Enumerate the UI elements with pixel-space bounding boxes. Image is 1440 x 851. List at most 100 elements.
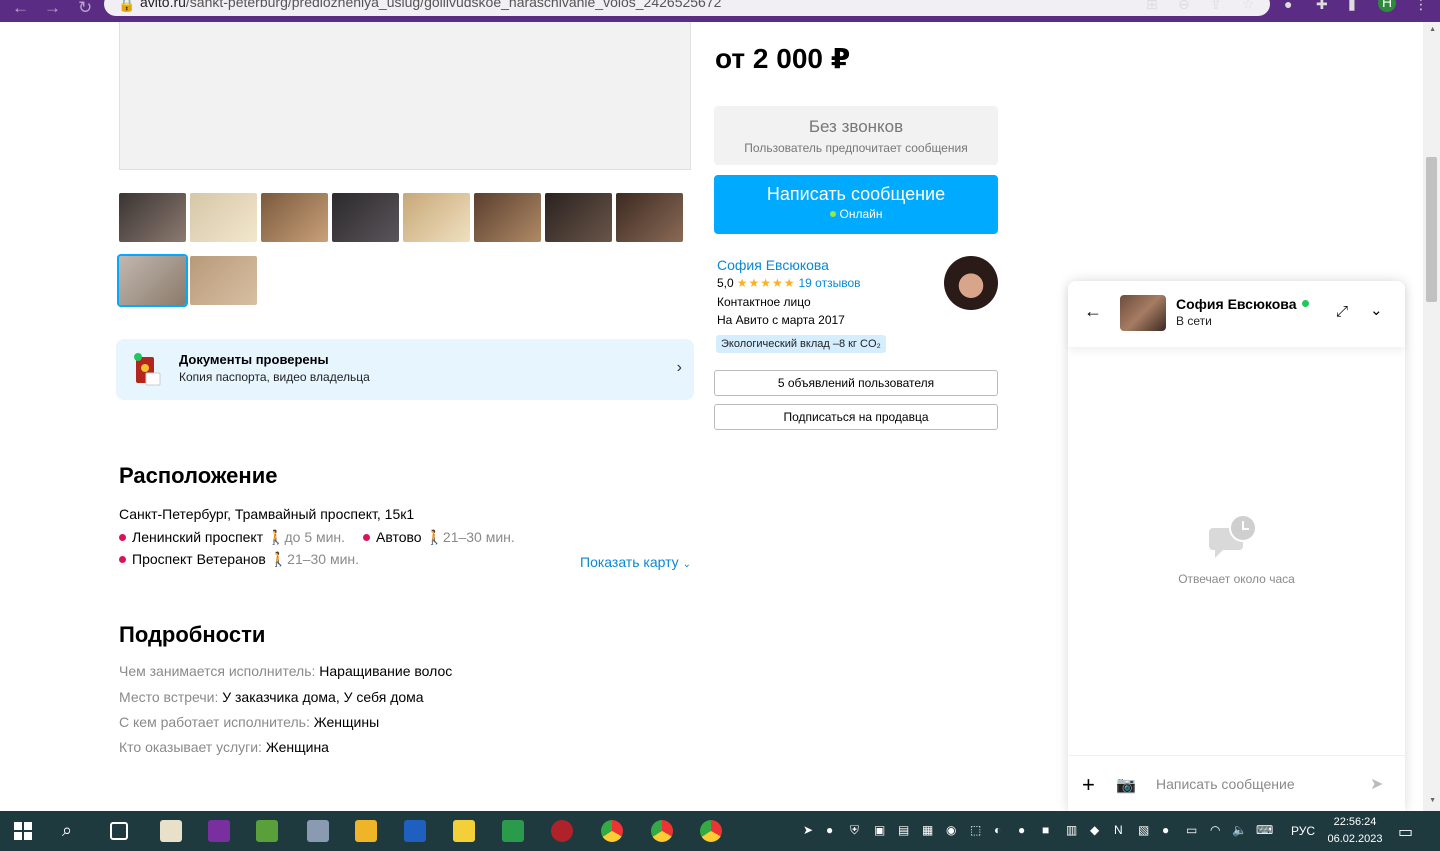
photo-thumbnail[interactable] [332,193,399,242]
tray-app-icon[interactable]: ◉ [946,823,956,837]
photo-thumbnail[interactable] [474,193,541,242]
seller-since: На Авито с марта 2017 [717,313,845,327]
file-explorer-icon[interactable] [355,820,377,842]
seller-role: Контактное лицо [717,295,811,309]
chrome-app-icon[interactable] [700,820,722,842]
plus-icon[interactable]: + [1082,772,1095,798]
metro-dot-icon [363,534,370,541]
input-language[interactable]: РУС [1291,824,1315,838]
seller-name-link[interactable]: София Евсюкова [717,257,829,273]
metro-station: Проспект Ветеранов 🚶21–30 мин. [119,551,359,568]
sidepanel-icon[interactable]: ▮ [1348,0,1356,13]
tray-app-icon[interactable]: ● [1162,823,1169,837]
seller-rating: 5,0 ★★★★★ 19 отзывов [717,276,861,290]
reviews-link[interactable]: 19 отзывов [798,276,860,290]
photo-thumbnail[interactable] [190,256,257,305]
photo-thumbnail[interactable] [117,254,188,307]
show-map-label: Показать карту [580,554,679,570]
send-icon[interactable]: ➤ [1370,774,1383,794]
details-heading: Подробности [119,622,266,647]
scroll-down-icon[interactable]: ▼ [1429,797,1436,804]
menu-kebab-icon[interactable]: ⋮ [1414,0,1428,13]
tray-app-icon[interactable]: ● [1018,823,1025,837]
chrome-app-icon[interactable] [601,820,623,842]
monitor-tray-icon[interactable]: ▣ [874,823,885,837]
keyboard-icon[interactable]: ⌨ [1256,823,1273,837]
expand-icon[interactable]: ⤢ [1336,303,1348,320]
notes-tray-icon[interactable]: ▦ [922,823,933,837]
photo-thumbnail[interactable] [403,193,470,242]
write-message-button[interactable]: Написать сообщение Онлайн [714,175,998,234]
shield-tray-icon[interactable]: ⛨ [850,823,859,838]
chat-input-bar: + 📷 ➤ [1068,755,1405,811]
detail-row: Кто оказывает услуги: Женщина [119,739,329,755]
clock[interactable]: 22:56:24 06.02.2023 [1326,814,1384,848]
screenshot-tray-icon[interactable]: ⬚ [970,823,981,837]
rating-value: 5,0 [717,276,734,290]
volume-icon[interactable]: 🔈 [1232,823,1247,837]
windows-start-icon[interactable] [14,822,32,840]
metro-station: Автово 🚶21–30 мин. [363,529,515,546]
reload-icon[interactable]: ↻ [78,0,92,18]
tray-app-icon[interactable]: ● [826,823,833,837]
onenote-tray-icon[interactable]: N [1114,823,1123,837]
write-message-label: Написать сообщение [766,184,946,204]
show-map-link[interactable]: Показать карту ⌄ [580,554,691,570]
photo-thumbnail[interactable] [616,193,683,242]
photo-thumbnail[interactable] [545,193,612,242]
url-text[interactable]: avito.ru/sankt-peterburg/predlozheniya_u… [140,0,721,10]
profile-avatar[interactable]: Н [1378,0,1396,12]
browser-toolbar: ← → ↻ 🔒 avito.ru/sankt-peterburg/predloz… [0,0,1440,22]
word-app-icon[interactable] [404,820,426,842]
subscribe-button[interactable]: Подписаться на продавца [714,404,998,430]
notepad-app-icon[interactable] [160,820,182,842]
address-text: Санкт-Петербург, Трамвайный проспект, 15… [119,506,415,522]
translate-icon[interactable]: ⊞ [1146,0,1158,13]
page-scrollbar[interactable]: ▲ ▼ [1423,22,1440,811]
arrow-left-icon[interactable]: ← [1084,301,1102,322]
diagram-app-icon[interactable] [256,820,278,842]
tray-app-icon[interactable]: ◆ [1090,823,1099,837]
photo-thumbnail[interactable] [261,193,328,242]
search-icon[interactable]: ⌕ [62,820,72,841]
task-view-icon[interactable] [110,822,128,840]
seller-listings-button[interactable]: 5 объявлений пользователя [714,370,998,396]
documents-subtitle: Копия паспорта, видео владельца [179,370,370,384]
chrome-app-icon[interactable] [651,820,673,842]
file-tray-icon[interactable]: ▤ [898,823,909,837]
onenote-app-icon[interactable] [208,820,230,842]
sticky-notes-icon[interactable] [453,820,475,842]
back-icon[interactable]: ← [12,0,29,18]
no-calls-title: Без звонков [808,117,904,136]
utility-app-icon[interactable] [307,820,329,842]
scroll-thumb[interactable] [1426,157,1437,302]
chevron-down-icon[interactable]: ⌄ [1370,301,1383,319]
notifications-icon[interactable]: ▭ [1398,822,1413,842]
bookmark-star-icon[interactable]: ☆ [1242,0,1255,13]
photo-thumbnail[interactable] [190,193,257,242]
detail-key: Чем занимается исполнитель: [119,663,316,679]
extensions-puzzle-icon[interactable]: ✚ [1316,0,1328,13]
documents-verified-card[interactable]: Документы проверены Копия паспорта, виде… [116,339,694,400]
extension-fox-icon[interactable]: ● [1284,0,1292,12]
photo-thumbnail[interactable] [119,193,186,242]
share-icon[interactable]: ⇪ [1210,0,1222,13]
scroll-up-icon[interactable]: ▲ [1429,26,1436,33]
battery-icon[interactable]: ▭ [1186,823,1197,837]
forward-icon[interactable]: → [44,0,61,18]
red-app-icon[interactable] [551,820,573,842]
main-photo[interactable] [119,22,691,170]
tray-app-icon[interactable]: ▥ [1066,823,1077,837]
wifi-icon[interactable]: ◠ [1210,823,1220,837]
seller-avatar[interactable] [944,256,998,310]
tray-app-icon[interactable]: ◐ [994,823,1001,837]
url-path: /sankt-peterburg/predlozheniya_uslug/gol… [185,0,722,10]
telegram-tray-icon[interactable]: ➤ [803,823,813,837]
tray-app-icon[interactable]: ▧ [1138,823,1149,837]
sheets-app-icon[interactable] [502,820,524,842]
zoom-icon[interactable]: ⊖ [1178,0,1190,13]
tray-app-icon[interactable]: ■ [1042,823,1049,837]
camera-icon[interactable]: 📷 [1116,775,1136,795]
eco-badge[interactable]: Экологический вклад –8 кг CO₂ [716,335,886,353]
chat-message-input[interactable] [1156,772,1356,796]
